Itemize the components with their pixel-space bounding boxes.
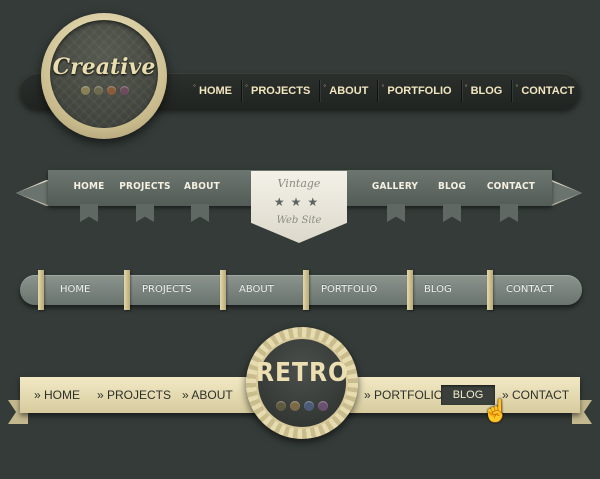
vintage-nav-gallery[interactable]: GALLERY [370,170,420,206]
dot-3 [304,401,314,411]
dot-3 [107,86,116,95]
dot-4 [120,86,129,95]
flat-nav-about[interactable]: ABOUT [239,275,274,305]
vintage-nav-contact[interactable]: CONTACT [484,170,538,206]
dot-2 [94,86,103,95]
creative-nav-projects[interactable]: PROJECTS [241,75,319,102]
creative-badge-title: Creative [52,54,156,80]
retro-nav-about[interactable]: » ABOUT [182,377,233,413]
flat-nav-separator [407,270,413,310]
vintage-tab [191,204,209,222]
creative-nav-menu: HOME PROJECTS ABOUT PORTFOLIO BLOG CONTA… [190,73,583,109]
dot-1 [81,86,90,95]
vintage-tab [136,204,154,222]
vintage-nav-blog[interactable]: BLOG [432,170,472,206]
flat-nav-separator [124,270,130,310]
hand-pointer-icon: ☝ [482,398,510,423]
creative-nav-home[interactable]: HOME [190,75,241,102]
retro-nav-portfolio[interactable]: » PORTFOLIO [364,377,443,413]
creative-badge-dots [75,86,135,95]
flat-nav-separator [38,270,44,310]
creative-nav-portfolio[interactable]: PORTFOLIO [377,75,460,102]
retro-nav-projects[interactable]: » PROJECTS [97,377,171,413]
vintage-badge-title: Vintage [277,177,321,190]
retro-nav-home[interactable]: » HOME [34,377,80,413]
dot-4 [318,401,328,411]
vintage-badge-subtitle: Web Site [276,215,322,226]
vintage-nav-home[interactable]: HOME [68,170,110,206]
flat-nav-separator [303,270,309,310]
retro-badge-dots [266,401,338,412]
vintage-nav-projects[interactable]: PROJECTS [118,170,172,206]
vintage-tab [80,204,98,222]
vintage-tab [500,204,518,222]
flat-nav-bar [20,275,582,305]
vintage-tab [387,204,405,222]
vintage-arrow-left [16,181,48,205]
flat-nav-separator [487,270,493,310]
dot-1 [276,401,286,411]
flat-nav-projects[interactable]: PROJECTS [142,275,192,305]
vintage-tab [443,204,461,222]
vintage-arrow-right [550,181,582,205]
creative-nav-blog[interactable]: BLOG [460,75,512,102]
creative-nav-about[interactable]: ABOUT [319,75,377,102]
star-icons: ★★★ [273,195,325,209]
flat-nav-contact[interactable]: CONTACT [506,275,553,305]
vintage-nav-about[interactable]: ABOUT [180,170,224,206]
creative-nav-contact[interactable]: CONTACT [511,75,583,102]
flat-nav-blog[interactable]: BLOG [424,275,452,305]
retro-badge-title: RETRO [256,358,349,388]
flat-nav-portfolio[interactable]: PORTFOLIO [321,275,377,305]
dot-2 [290,401,300,411]
flat-nav-separator [220,270,226,310]
flat-nav-home[interactable]: HOME [60,275,90,305]
retro-nav-contact[interactable]: » CONTACT [502,377,569,413]
